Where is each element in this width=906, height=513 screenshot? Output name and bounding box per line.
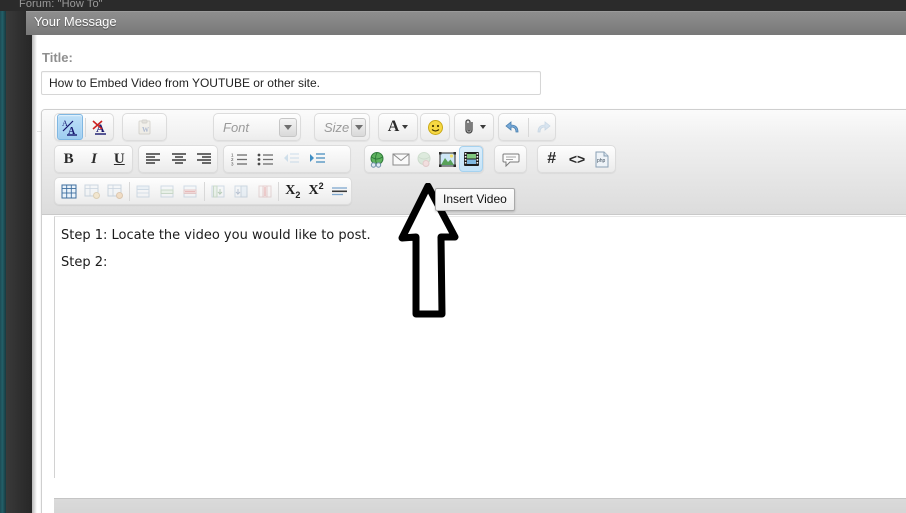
redo-icon[interactable] (530, 114, 555, 140)
window-topbar (0, 0, 906, 11)
superscript-icon[interactable]: X2 (304, 178, 327, 204)
form-page: Title: How to Embed Video from YOUTUBE o… (37, 35, 906, 513)
editor-body-text: Step 1: Locate the video you would like … (61, 222, 906, 276)
text-color-group: A (378, 113, 418, 141)
font-family-value: Font (223, 119, 250, 135)
align-left-icon[interactable] (140, 146, 166, 172)
delete-column-icon[interactable] (253, 178, 276, 204)
insert-video-icon[interactable] (459, 146, 483, 172)
underline-icon[interactable]: U (107, 146, 132, 172)
insert-column-icon[interactable] (206, 178, 229, 204)
quote-group (494, 145, 527, 173)
insert-table-icon[interactable] (57, 178, 80, 204)
toolbar-separator (278, 181, 280, 201)
insert-code-hash-icon[interactable]: # (539, 146, 564, 172)
svg-text:W: W (142, 126, 149, 134)
chevron-down-icon[interactable] (279, 117, 297, 137)
paste-group: W (122, 113, 167, 141)
clear-styles-icon[interactable]: A (88, 114, 113, 140)
toolbar-separator (203, 181, 205, 201)
chevron-down-icon[interactable] (351, 117, 366, 137)
format-group: A A A (54, 113, 114, 141)
horizontal-rule-icon[interactable] (328, 178, 351, 204)
toolbar-separator (527, 117, 529, 137)
toolbar-separator (84, 117, 86, 137)
title-input-value: How to Embed Video from YOUTUBE or other… (49, 76, 321, 90)
body-paragraph-2: Step 2: (61, 255, 108, 270)
message-panel-header (26, 11, 906, 35)
delete-table-icon[interactable] (104, 178, 127, 204)
subscript-icon[interactable]: X2 (281, 178, 304, 204)
align-right-icon[interactable] (191, 146, 217, 172)
svg-text:php: php (597, 158, 606, 164)
table-properties-icon[interactable] (80, 178, 103, 204)
title-field-label: Title: (42, 50, 73, 65)
insert-row-icon[interactable] (132, 178, 155, 204)
outdent-icon[interactable] (278, 146, 304, 172)
font-size-select[interactable]: Size (314, 113, 370, 141)
undo-redo-group (498, 113, 556, 141)
row-properties-icon[interactable] (155, 178, 178, 204)
remove-format-icon[interactable]: A A (57, 114, 83, 140)
ordered-list-icon[interactable]: 1 2 3 (226, 146, 252, 172)
app-window: Forum: "How To" Your Message Title: How … (0, 0, 906, 513)
list-indent-group: 1 2 3 (223, 145, 351, 173)
text-color-icon[interactable]: A (381, 114, 415, 140)
insert-link-icon[interactable] (366, 146, 389, 172)
svg-text:3: 3 (231, 162, 234, 167)
insert-email-icon[interactable] (389, 146, 412, 172)
remove-link-icon[interactable] (413, 146, 436, 172)
attachment-group (454, 113, 494, 141)
insert-image-icon[interactable] (436, 146, 459, 172)
breadcrumb: Forum: "How To" (19, 0, 103, 10)
align-center-icon[interactable] (166, 146, 192, 172)
toolbar-separator (128, 181, 130, 201)
insert-php-icon[interactable]: php (590, 146, 615, 172)
table-tools-group: X2 X2 (54, 177, 352, 205)
emoticon-group (420, 113, 450, 141)
paste-from-word-icon[interactable]: W (132, 114, 158, 140)
editor-statusbar (54, 498, 906, 513)
body-paragraph-1: Step 1: Locate the video you would like … (61, 228, 371, 243)
font-family-select[interactable]: Font (213, 113, 301, 141)
title-input[interactable]: How to Embed Video from YOUTUBE or other… (41, 71, 541, 95)
page-title: Your Message (34, 14, 117, 29)
delete-row-icon[interactable] (178, 178, 201, 204)
rich-text-editor: A A A (41, 109, 906, 513)
italic-icon[interactable]: I (81, 146, 106, 172)
undo-icon[interactable] (501, 114, 526, 140)
attachment-icon[interactable] (457, 114, 491, 140)
insert-media-group (364, 145, 484, 173)
text-style-group: B I U (54, 145, 133, 173)
tooltip: Insert Video (435, 188, 515, 211)
left-chrome-panel (6, 0, 32, 513)
font-size-value: Size (324, 119, 350, 135)
bold-icon[interactable]: B (56, 146, 81, 172)
insert-html-icon[interactable]: <> (564, 146, 589, 172)
emoticon-icon[interactable] (422, 114, 448, 140)
unordered-list-icon[interactable] (252, 146, 278, 172)
alignment-group (138, 145, 218, 173)
merge-cells-icon[interactable] (230, 178, 253, 204)
code-group: # <> php (537, 145, 616, 173)
editor-content-area[interactable]: Step 1: Locate the video you would like … (54, 216, 906, 478)
indent-icon[interactable] (304, 146, 330, 172)
insert-quote-icon[interactable] (498, 146, 524, 172)
